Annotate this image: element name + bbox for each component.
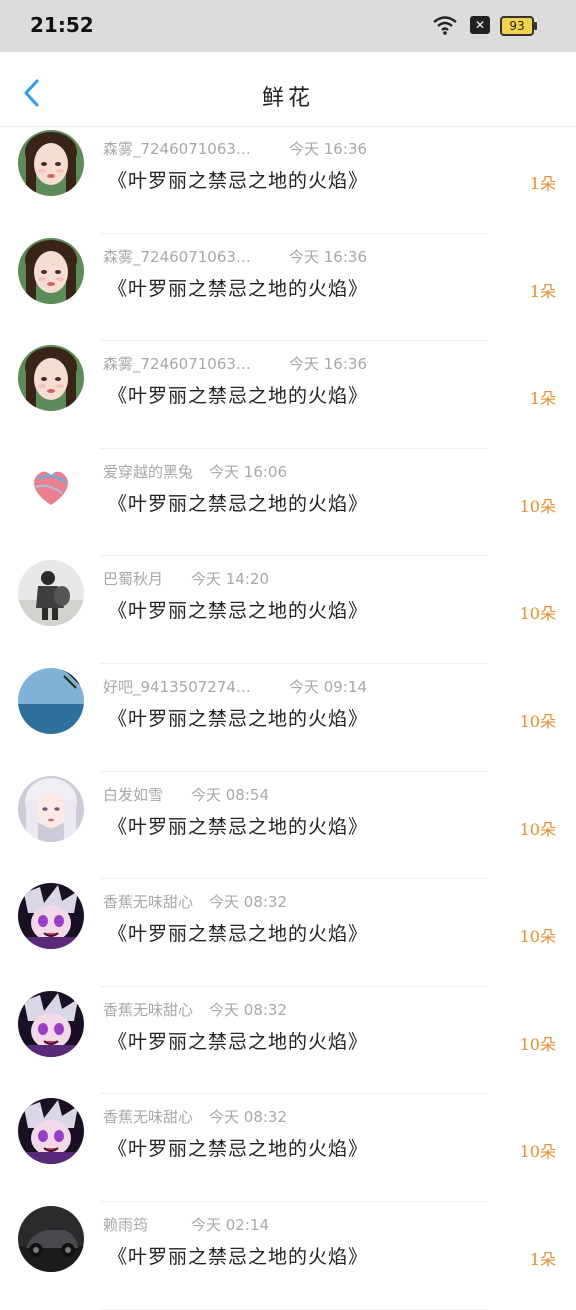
flower-count: 1朵 bbox=[529, 174, 556, 193]
timestamp: 今天 08:32 bbox=[209, 1000, 288, 1019]
avatar-girl-portrait[interactable] bbox=[18, 237, 84, 304]
list-item-meta: 森雾_7246071063… 今天 16:36 bbox=[103, 353, 367, 374]
flower-count: 10朵 bbox=[519, 496, 556, 516]
list-item-meta: 赖雨筠 今天 02:14 bbox=[103, 1214, 269, 1235]
timestamp: 今天 16:06 bbox=[209, 462, 288, 481]
avatar-heart-art[interactable] bbox=[18, 452, 84, 519]
battery-icon: 93 bbox=[500, 16, 537, 36]
avatar-person-photo[interactable] bbox=[18, 560, 84, 627]
timestamp: 今天 16:36 bbox=[289, 140, 367, 158]
avatar-anime-purple[interactable] bbox=[18, 1098, 84, 1165]
user-name[interactable]: 白发如雪 bbox=[103, 784, 163, 805]
timestamp: 今天 08:32 bbox=[209, 1108, 288, 1127]
user-name[interactable]: 爱穿越的黑兔 bbox=[103, 461, 193, 482]
flower-count: 1朵 bbox=[529, 281, 556, 301]
list-item[interactable]: 森雾_7246071063… 今天 16:36 《叶罗丽之禁忌之地的火焰》 1朵 bbox=[0, 126, 576, 234]
book-title: 《叶罗丽之禁忌之地的火焰》 bbox=[108, 600, 369, 623]
timestamp: 今天 16:36 bbox=[289, 355, 367, 374]
list-item[interactable]: 香蕉无味甜心 今天 08:32 《叶罗丽之禁忌之地的火焰》 10朵 bbox=[0, 1094, 576, 1202]
book-title: 《叶罗丽之禁忌之地的火焰》 bbox=[108, 170, 369, 192]
list-item-meta: 好吧_9413507274… 今天 09:14 bbox=[103, 676, 367, 697]
list-item-meta: 爱穿越的黑兔 今天 16:06 bbox=[103, 461, 287, 482]
page-title: 鲜花 bbox=[261, 86, 314, 111]
list-item[interactable]: 巴蜀秋月 今天 14:20 《叶罗丽之禁忌之地的火焰》 10朵 bbox=[0, 556, 576, 664]
list-item-meta: 巴蜀秋月 今天 14:20 bbox=[103, 568, 269, 589]
flower-count: 10朵 bbox=[519, 711, 556, 731]
avatar-anime-purple[interactable] bbox=[18, 883, 84, 950]
timestamp: 今天 16:36 bbox=[289, 247, 367, 266]
user-name[interactable]: 好吧_9413507274… bbox=[103, 676, 251, 697]
list-item-meta: 森雾_7246071063… 今天 16:36 bbox=[103, 246, 367, 267]
timestamp: 今天 02:14 bbox=[191, 1215, 269, 1234]
user-name[interactable]: 香蕉无味甜心 bbox=[103, 891, 193, 912]
flower-count: 10朵 bbox=[519, 819, 556, 839]
user-name[interactable]: 森雾_7246071063… bbox=[103, 353, 251, 374]
book-title: 《叶罗丽之禁忌之地的火焰》 bbox=[108, 707, 369, 730]
flower-count: 10朵 bbox=[519, 1034, 556, 1054]
book-title: 《叶罗丽之禁忌之地的火焰》 bbox=[108, 492, 369, 515]
book-title: 《叶罗丽之禁忌之地的火焰》 bbox=[108, 815, 369, 838]
list-item-meta: 森雾_7246071063… 今天 16:36 bbox=[103, 138, 367, 159]
list-item[interactable]: 好吧_9413507274… 今天 09:14 《叶罗丽之禁忌之地的火焰》 10… bbox=[0, 664, 576, 772]
flower-count: 10朵 bbox=[519, 927, 556, 947]
flower-count: 10朵 bbox=[519, 1142, 556, 1162]
list-item[interactable]: 森雾_7246071063… 今天 16:36 《叶罗丽之禁忌之地的火焰》 1朵 bbox=[0, 234, 576, 342]
list-item[interactable]: 爱穿越的黑兔 今天 16:06 《叶罗丽之禁忌之地的火焰》 10朵 bbox=[0, 449, 576, 557]
close-box-icon: ✕ bbox=[470, 16, 490, 34]
timestamp: 今天 09:14 bbox=[289, 677, 367, 696]
book-title: 《叶罗丽之禁忌之地的火焰》 bbox=[108, 277, 369, 300]
list-item-meta: 香蕉无味甜心 今天 08:32 bbox=[103, 1106, 287, 1127]
avatar-sea-view[interactable] bbox=[18, 667, 84, 734]
flower-count: 10朵 bbox=[519, 604, 556, 624]
timestamp: 今天 08:54 bbox=[191, 785, 269, 804]
avatar-girl-portrait[interactable] bbox=[18, 130, 84, 196]
list-item[interactable]: 赖雨筠 今天 02:14 《叶罗丽之禁忌之地的火焰》 1朵 bbox=[0, 1202, 576, 1310]
timestamp: 今天 08:32 bbox=[209, 893, 288, 912]
user-name[interactable]: 香蕉无味甜心 bbox=[103, 1106, 193, 1127]
status-time: 21:52 bbox=[30, 13, 94, 37]
flower-list: 森雾_7246071063… 今天 16:36 《叶罗丽之禁忌之地的火焰》 1朵… bbox=[0, 126, 576, 1310]
list-item[interactable]: 白发如雪 今天 08:54 《叶罗丽之禁忌之地的火焰》 10朵 bbox=[0, 772, 576, 880]
user-name[interactable]: 巴蜀秋月 bbox=[103, 568, 163, 589]
flower-count: 1朵 bbox=[529, 1249, 556, 1269]
status-bar: 21:52 ✕ 93 bbox=[0, 0, 576, 52]
flower-count: 1朵 bbox=[529, 389, 556, 409]
avatar-car-photo[interactable] bbox=[18, 1205, 84, 1272]
book-title: 《叶罗丽之禁忌之地的火焰》 bbox=[108, 385, 369, 408]
book-title: 《叶罗丽之禁忌之地的火焰》 bbox=[108, 1138, 369, 1161]
user-name[interactable]: 赖雨筠 bbox=[103, 1214, 148, 1235]
user-name[interactable]: 香蕉无味甜心 bbox=[103, 999, 193, 1020]
user-name[interactable]: 森雾_7246071063… bbox=[103, 246, 251, 267]
avatar-white-hair-girl[interactable] bbox=[18, 775, 84, 842]
app-header: 鲜花 bbox=[0, 52, 576, 126]
timestamp: 今天 14:20 bbox=[191, 570, 269, 589]
list-item[interactable]: 香蕉无味甜心 今天 08:32 《叶罗丽之禁忌之地的火焰》 10朵 bbox=[0, 879, 576, 987]
divider bbox=[100, 1308, 488, 1310]
avatar-girl-portrait[interactable] bbox=[18, 345, 84, 412]
list-item[interactable]: 森雾_7246071063… 今天 16:36 《叶罗丽之禁忌之地的火焰》 1朵 bbox=[0, 341, 576, 449]
list-item[interactable]: 香蕉无味甜心 今天 08:32 《叶罗丽之禁忌之地的火焰》 10朵 bbox=[0, 987, 576, 1095]
user-name[interactable]: 森雾_7246071063… bbox=[103, 138, 251, 159]
book-title: 《叶罗丽之禁忌之地的火焰》 bbox=[108, 1245, 369, 1268]
avatar-anime-purple[interactable] bbox=[18, 990, 84, 1057]
list-item-meta: 香蕉无味甜心 今天 08:32 bbox=[103, 891, 287, 912]
book-title: 《叶罗丽之禁忌之地的火焰》 bbox=[108, 923, 369, 946]
book-title: 《叶罗丽之禁忌之地的火焰》 bbox=[108, 1030, 369, 1053]
list-item-meta: 白发如雪 今天 08:54 bbox=[103, 784, 269, 805]
list-item-meta: 香蕉无味甜心 今天 08:32 bbox=[103, 999, 287, 1020]
wifi-icon bbox=[433, 16, 457, 35]
